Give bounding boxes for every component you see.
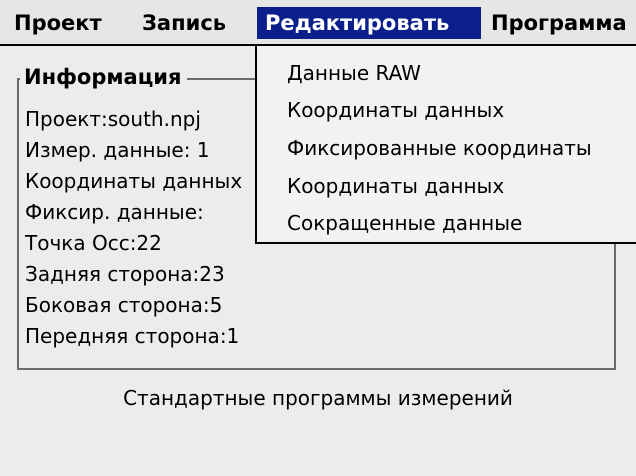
standard-programs-label: Стандартные программы измерений [123, 386, 513, 410]
menu-record[interactable]: Запись [134, 7, 234, 39]
info-measured-data: Измер. данные: 1 [25, 138, 210, 162]
info-coordinates-data: Координаты данных [25, 169, 243, 193]
menu-item-raw-data[interactable]: Данные RAW [287, 59, 421, 87]
info-group-title: Информация [20, 63, 188, 91]
edit-dropdown-menu: Данные RAW Координаты данных Фиксированн… [255, 46, 636, 244]
menu-item-coordinate-data-2[interactable]: Координаты данных [287, 172, 504, 200]
menu-edit[interactable]: Редактировать [257, 7, 481, 39]
info-project: Проект:south.npj [25, 107, 201, 131]
info-fixed-data: Фиксир. данные: [25, 200, 204, 224]
info-backsight: Задняя сторона:23 [25, 262, 225, 286]
info-foresight: Передняя сторона:1 [25, 324, 240, 348]
info-sideshot: Боковая сторона:5 [25, 293, 223, 317]
menu-item-coordinate-data[interactable]: Координаты данных [287, 96, 504, 124]
info-occupied-point: Точка Осс:22 [25, 231, 162, 255]
menu-program[interactable]: Программа [483, 7, 635, 39]
menu-item-reduced-data[interactable]: Сокращенные данные [287, 209, 522, 237]
menu-item-fixed-coordinates[interactable]: Фиксированные координаты [287, 134, 592, 162]
menu-project[interactable]: Проект [6, 7, 110, 39]
menu-bar: Проект Запись Редактировать Программа [0, 0, 636, 46]
